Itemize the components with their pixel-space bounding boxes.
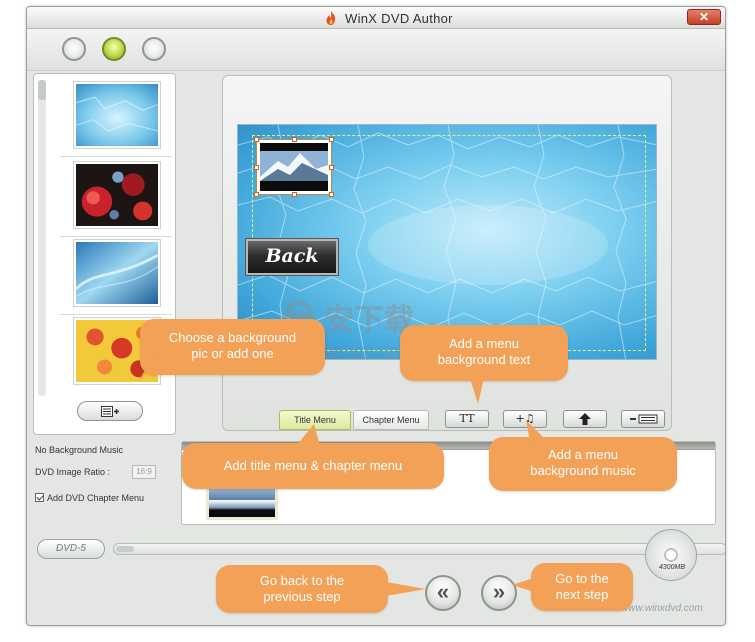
- callout-menu-text-line2: background text: [437, 352, 531, 367]
- dvd-image-ratio-row: DVD Image Ratio : 16:9: [35, 465, 156, 479]
- dvd-image-ratio-label: DVD Image Ratio :: [35, 467, 111, 477]
- thumbnail-divider: [60, 236, 172, 237]
- disc-icon: 4300MB: [645, 529, 697, 581]
- callout-background: Choose a background pic or add one: [140, 319, 325, 375]
- capacity-progress-bar: [113, 543, 725, 555]
- callout-next: Go to the next step: [531, 563, 633, 611]
- add-text-button[interactable]: TT: [445, 410, 489, 428]
- step-indicator-bar: [27, 29, 725, 71]
- callout-previous-line1: Go back to the: [259, 573, 345, 588]
- resize-handle[interactable]: [254, 137, 259, 142]
- resize-handle[interactable]: [254, 165, 259, 170]
- remove-icon: [630, 414, 658, 424]
- close-button[interactable]: ✕: [687, 9, 721, 25]
- add-background-button[interactable]: [77, 401, 143, 421]
- add-image-icon: [101, 406, 119, 417]
- callout-next-line2: next step: [555, 587, 609, 602]
- step-2-indicator[interactable]: [102, 37, 126, 61]
- callout-tail: [512, 578, 534, 592]
- callout-tail: [296, 424, 320, 446]
- resize-handle[interactable]: [292, 192, 297, 197]
- callout-tail: [526, 420, 548, 442]
- chapter-menu-checkbox[interactable]: [35, 493, 44, 502]
- move-up-button[interactable]: [563, 410, 607, 428]
- resize-handle[interactable]: [329, 192, 334, 197]
- callout-next-line1: Go to the: [555, 571, 609, 586]
- thumbnail-divider: [60, 156, 172, 157]
- preview-toolbar: Title Menu Chapter Menu TT +♫: [223, 402, 671, 432]
- capacity-label: 4300MB: [658, 564, 686, 571]
- tab-chapter-menu[interactable]: Chapter Menu: [353, 410, 429, 430]
- chapter-menu-row: Add DVD Chapter Menu: [35, 493, 144, 503]
- callout-previous: Go back to the previous step: [216, 565, 388, 613]
- title-bar: WinX DVD Author ✕: [27, 7, 725, 29]
- callout-menu-text: Add a menu background text: [400, 325, 568, 381]
- flame-logo-icon: [326, 11, 336, 25]
- callout-music: Add a menu background music: [489, 437, 677, 491]
- step-1-indicator[interactable]: [62, 37, 86, 61]
- dvd-image-ratio-select[interactable]: 16:9: [132, 465, 156, 479]
- watermark-text: www.winxdvd.com: [621, 603, 703, 614]
- callout-tail: [138, 354, 156, 382]
- callout-tail: [470, 378, 484, 404]
- callout-background-line1: Choose a background: [168, 330, 297, 345]
- chapter-menu-label: Add DVD Chapter Menu: [47, 493, 145, 503]
- resize-handle[interactable]: [329, 137, 334, 142]
- window-title: WinX DVD Author: [345, 11, 453, 26]
- background-music-status: No Background Music: [35, 445, 124, 455]
- menu-back-button[interactable]: Back: [246, 239, 338, 275]
- thumbnail-bg-blue-wave[interactable]: [74, 240, 160, 306]
- callout-tail: [386, 582, 426, 596]
- callout-previous-line2: previous step: [263, 589, 341, 604]
- remove-item-button[interactable]: [621, 410, 665, 428]
- capacity-bar-row: DVD-5 4300MB: [37, 529, 725, 581]
- resize-handle[interactable]: [254, 192, 259, 197]
- thumbnail-bg-red-flowers[interactable]: [74, 162, 160, 228]
- callout-menu-text-line1: Add a menu: [448, 336, 520, 351]
- previous-step-button[interactable]: «: [425, 575, 461, 611]
- callout-background-line2: pic or add one: [191, 346, 274, 361]
- up-arrow-icon: [579, 413, 591, 425]
- callout-music-line2: background music: [530, 463, 636, 478]
- resize-handle[interactable]: [329, 165, 334, 170]
- thumbnail-divider: [60, 314, 172, 315]
- thumbnail-scroll-handle[interactable]: [38, 80, 46, 100]
- callout-music-line1: Add a menu: [547, 447, 619, 462]
- callout-title-menu-line1: Add title menu & chapter menu: [223, 458, 403, 473]
- callout-title-menu: Add title menu & chapter menu: [182, 443, 444, 489]
- dvd-type-selector[interactable]: DVD-5: [37, 539, 105, 559]
- step-3-indicator[interactable]: [142, 37, 166, 61]
- resize-handle[interactable]: [292, 137, 297, 142]
- mountain-image-icon: [260, 143, 328, 191]
- thumbnail-bg-blue-frost[interactable]: [74, 82, 160, 148]
- title-thumbnail-element[interactable]: [254, 137, 334, 197]
- thumbnail-scrollbar[interactable]: [38, 80, 46, 396]
- capacity-progress-fill: [116, 546, 134, 552]
